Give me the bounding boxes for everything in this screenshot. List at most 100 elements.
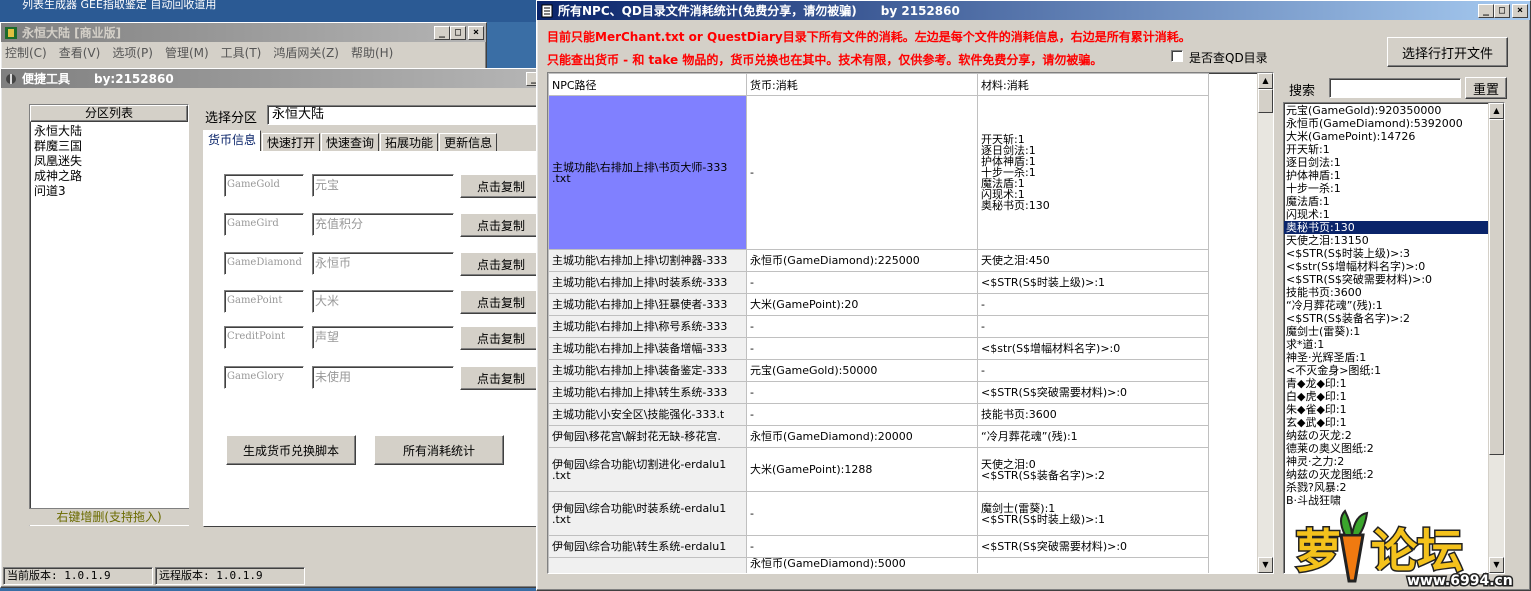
table-row[interactable]: 主城功能\小安全区\技能强化-333.t - 技能书页:3600 — [548, 403, 1209, 426]
totals-list-item[interactable]: 大米(GamePoint):14726 — [1284, 130, 1488, 143]
table-cell-material[interactable]: - — [977, 359, 1209, 382]
table-cell-path[interactable]: 伊甸园\综合功能\转生系统-erdalu1 — [548, 535, 747, 558]
reset-button[interactable]: 重置 — [1465, 77, 1507, 99]
zone-list[interactable]: 分区列表 永恒大陆 群魔三国 凤凰迷失 成神之路 问道3 — [29, 104, 189, 526]
table-row[interactable]: 主城功能\右排加上排\转生系统-333- <$STR(S$突破需要材料)>:0 — [548, 381, 1209, 404]
stats-window-titlebar[interactable]: 所有NPC、QD目录文件消耗统计(免费分享，请勿被骗) by 2152860 _… — [537, 1, 1530, 20]
table-row[interactable]: 主城功能\右排加上排\切割神器-333 永恒币(GameDiamond):2250… — [548, 249, 1209, 272]
copy-button[interactable]: 点击复制 — [460, 213, 542, 237]
table-cell-material[interactable]: <$STR(S$时装上级)>:1 — [977, 271, 1209, 294]
copy-button[interactable]: 点击复制 — [460, 326, 542, 350]
table-cell-material[interactable]: 天使之泪:0 <$STR(S$装备名字)>:2 — [977, 447, 1209, 492]
table-cell-path[interactable]: 主城功能\右排加上排\称号系统-333 — [548, 315, 747, 338]
totals-list-item[interactable]: <$str(S$增幅材料名字)>:0 — [1284, 260, 1488, 273]
table-cell-currency[interactable]: - — [746, 381, 978, 404]
currency-code-field[interactable]: GameGold — [224, 174, 304, 197]
totals-list-item[interactable]: 永恒币(GameDiamond):5392000 — [1284, 117, 1488, 130]
zone-list-item[interactable]: 问道3 — [30, 184, 188, 199]
totals-list-item[interactable]: “冷月葬花魂”(残):1 — [1284, 299, 1488, 312]
copy-button[interactable]: 点击复制 — [460, 174, 542, 198]
main-window-titlebar[interactable]: 永恒大陆 [商业版] _ □ × — [1, 23, 486, 42]
totals-scroll-up-arrow[interactable]: ▲ — [1489, 103, 1504, 119]
totals-scroll-thumb[interactable] — [1489, 119, 1504, 455]
totals-list-item[interactable]: B·斗战狂啸 — [1284, 494, 1488, 507]
zone-list-item[interactable]: 凤凰迷失 — [30, 154, 188, 169]
table-row[interactable]: 主城功能\右排加上排\称号系统-333- - — [548, 315, 1209, 338]
column-header[interactable]: NPC路径 — [548, 73, 747, 96]
totals-list-item[interactable]: 元宝(GameGold):920350000 — [1284, 104, 1488, 117]
currency-name-field[interactable]: 未使用 — [312, 366, 454, 389]
copy-button[interactable]: 点击复制 — [460, 290, 542, 314]
totals-list-item[interactable]: <$STR(S$突破需要材料)>:0 — [1284, 273, 1488, 286]
table-cell-currency[interactable]: - — [746, 491, 978, 536]
table-cell-path[interactable]: 伊甸园\综合功能\切割进化-erdalu1 .txt — [548, 447, 747, 492]
table-cell-material[interactable]: <$str(S$增幅材料名字)>:0 — [977, 337, 1209, 360]
table-scrollbar[interactable]: ▲ ▼ — [1257, 73, 1273, 573]
table-cell-material[interactable]: 魔剑士(雷葵):1 <$STR(S$时装上级)>:1 — [977, 491, 1209, 536]
minimize-button[interactable]: _ — [434, 25, 450, 40]
totals-list-item[interactable]: 开天斩:1 — [1284, 143, 1488, 156]
tab-4[interactable]: 拓展功能 — [380, 133, 439, 152]
table-cell-path[interactable]: 主城功能\右排加上排\装备鉴定-333 — [548, 359, 747, 382]
currency-code-field[interactable]: GameGird — [224, 213, 304, 236]
table-row[interactable]: 主城功能\右排加上排\装备增幅-333- <$str(S$增幅材料名字)>:0 — [548, 337, 1209, 360]
totals-list[interactable]: 元宝(GameGold):920350000 永恒币(GameDiamond):5… — [1283, 102, 1505, 574]
table-cell-currency[interactable]: - — [746, 337, 978, 360]
totals-list-item[interactable]: 护体神盾:1 — [1284, 169, 1488, 182]
table-row[interactable]: 主城功能\右排加上排\书页大师-333 .txt - 开天斩:1 逐日剑法:1 护体… — [548, 95, 1209, 250]
table-cell-currency[interactable]: 大米(GamePoint):1288 — [746, 447, 978, 492]
copy-button[interactable]: 点击复制 — [460, 366, 542, 390]
stats-close-button[interactable]: × — [1512, 3, 1528, 18]
maximize-button[interactable]: □ — [450, 25, 466, 40]
table-row[interactable]: 主城功能\右排加上排\狂暴使者-333 大米(GamePoint):20- — [548, 293, 1209, 316]
currency-name-field[interactable]: 永恒币 — [312, 252, 454, 275]
totals-list-item[interactable]: 杀戮?风暴:2 — [1284, 481, 1488, 494]
totals-list-item[interactable]: 闪现术:1 — [1284, 208, 1488, 221]
table-row[interactable]: 伊甸园\综合功能\时装系统-erdalu1 .txt - 魔剑士(雷葵):1 <$S… — [548, 491, 1209, 536]
scroll-down-arrow[interactable]: ▼ — [1258, 557, 1273, 573]
table-cell-material[interactable]: <$STR(S$突破需要材料)>:0 — [977, 381, 1209, 404]
zone-list-item[interactable]: 群魔三国 — [30, 139, 188, 154]
totals-list-item[interactable]: 奥秘书页:130 — [1284, 221, 1488, 234]
currency-name-field[interactable]: 充值积分 — [312, 213, 454, 236]
table-cell-currency[interactable]: - — [746, 271, 978, 294]
totals-list-item[interactable]: 技能书页:3600 — [1284, 286, 1488, 299]
totals-list-item[interactable]: <$STR(S$装备名字)>:2 — [1284, 312, 1488, 325]
currency-code-field[interactable]: GameGlory — [224, 366, 304, 389]
table-cell-material[interactable] — [977, 557, 1209, 573]
table-row[interactable]: 主城功能\右排加上排\时装系统-333- <$STR(S$时装上级)>:1 — [548, 271, 1209, 294]
totals-list-item[interactable]: <不灭金身>图纸:1 — [1284, 364, 1488, 377]
column-header[interactable]: 货币:消耗 — [746, 73, 978, 96]
menu-item[interactable]: 控制(C) — [5, 44, 47, 61]
table-cell-path[interactable]: 主城功能\小安全区\技能强化-333.t — [548, 403, 747, 426]
generate-script-button[interactable]: 生成货币兑换脚本 — [226, 435, 356, 465]
table-row[interactable]: 伊甸园\综合功能\切割进化-erdalu1 .txt 大米(GamePoint):… — [548, 447, 1209, 492]
table-cell-material[interactable]: 技能书页:3600 — [977, 403, 1209, 426]
table-cell-material[interactable]: 开天斩:1 逐日剑法:1 护体神盾:1 十步一杀:1 魔法盾:1 闪现术:1 奥… — [977, 95, 1209, 250]
zone-list-item[interactable]: 成神之路 — [30, 169, 188, 184]
search-input[interactable] — [1329, 78, 1461, 98]
stats-maximize-button[interactable]: □ — [1494, 3, 1510, 18]
menu-item[interactable]: 工具(T) — [221, 44, 262, 61]
table-cell-path[interactable]: 主城功能\右排加上排\时装系统-333 — [548, 271, 747, 294]
close-button[interactable]: × — [468, 25, 484, 40]
totals-list-item[interactable]: 神圣·光辉圣盾:1 — [1284, 351, 1488, 364]
zone-list-header[interactable]: 分区列表 — [30, 105, 188, 122]
totals-scrollbar[interactable]: ▲ ▼ — [1488, 103, 1504, 573]
all-stats-button[interactable]: 所有消耗统计 — [374, 435, 504, 465]
table-cell-currency[interactable]: - — [746, 403, 978, 426]
totals-list-item[interactable]: 朱◆雀◆印:1 — [1284, 403, 1488, 416]
table-cell-currency[interactable]: 永恒币(GameDiamond):225000 — [746, 249, 978, 272]
qd-checkbox[interactable] — [1171, 50, 1183, 62]
table-cell-currency[interactable]: - — [746, 95, 978, 250]
currency-code-field[interactable]: CreditPoint — [224, 326, 304, 349]
currency-code-field[interactable]: GamePoint — [224, 290, 304, 313]
table-cell-path[interactable]: 主城功能\右排加上排\转生系统-333 — [548, 381, 747, 404]
table-cell-material[interactable]: <$STR(S$突破需要材料)>:0 — [977, 535, 1209, 558]
totals-scroll-down-arrow[interactable]: ▼ — [1489, 557, 1504, 573]
totals-list-item[interactable]: 玄◆武◆印:1 — [1284, 416, 1488, 429]
totals-list-item[interactable]: 逐日剑法:1 — [1284, 156, 1488, 169]
table-cell-currency[interactable]: - — [746, 315, 978, 338]
table-row[interactable]: 伊甸园\综合功能\转生系统-erdalu1- <$STR(S$突破需要材料)>:0 — [548, 535, 1209, 558]
totals-list-item[interactable]: 德莱の奥义图纸:2 — [1284, 442, 1488, 455]
